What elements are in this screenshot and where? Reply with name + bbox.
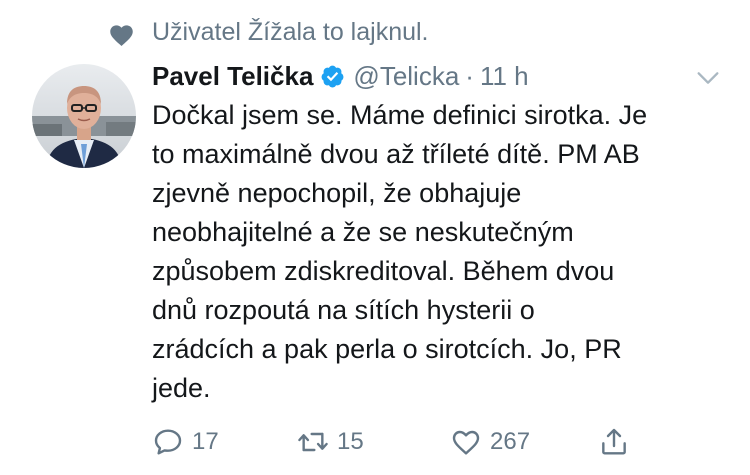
like-count: 267 [490,428,531,455]
separator: · [465,60,474,91]
share-icon [602,428,626,455]
timestamp[interactable]: 11 h [480,61,529,92]
action-bar: 17 15 267 [152,420,712,464]
reply-button[interactable]: 17 [152,420,219,464]
heart-icon [452,430,480,455]
tweet-text-line: zjevně nepochopil, že obhajuje [152,178,522,208]
retweet-icon [298,432,328,452]
tweet-text-line: jede. [152,373,211,403]
tweet-text-line: způsobem zdiskreditoval. Během dvou [152,256,615,286]
tweet-text-line: neobhajitelné a že se neskutečným [152,217,574,247]
like-button[interactable]: 267 [450,420,530,464]
share-button[interactable] [598,420,630,464]
tweet[interactable]: Uživatel Žížala to lajknul. Pavel Teličk… [0,0,750,475]
display-name[interactable]: Pavel Telička [152,61,313,92]
tweet-text: Dočkal jsem se. Máme definici sirotka. J… [152,96,737,408]
social-context-text[interactable]: Uživatel Žížala to lajknul. [152,18,429,47]
tweet-header: Pavel Telička @Telicka · 11 h [152,56,529,96]
reply-icon [154,429,182,455]
heart-icon [110,25,133,47]
retweet-count: 15 [337,428,364,455]
chevron-down-icon[interactable] [694,64,722,92]
verified-badge-icon [321,65,344,87]
handle[interactable]: @Telicka [353,61,459,92]
tweet-text-line: Dočkal jsem se. Máme definici sirotka. J… [152,100,648,130]
tweet-text-line: dnů rozpoutá na sítích hysterii o [152,295,535,325]
tweet-text-line: to maximálně dvou až tříleté dítě. PM AB [152,139,640,169]
retweet-button[interactable]: 15 [297,420,364,464]
avatar-image [32,64,136,168]
reply-count: 17 [192,428,219,455]
tweet-text-line: zrádcích a pak perla o sirotcích. Jo, PR [152,334,622,364]
avatar[interactable] [32,64,136,168]
